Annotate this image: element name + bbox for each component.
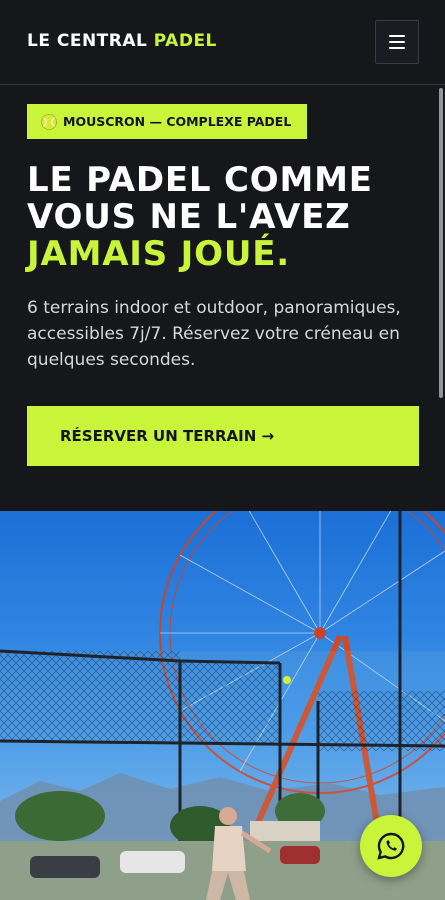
brand-logo[interactable]: LE CENTRAL PADEL <box>27 31 217 51</box>
hero-subtitle: 6 terrains indoor et outdoor, panoramiqu… <box>27 298 401 370</box>
whatsapp-icon <box>377 832 405 860</box>
badge-text: MOUSCRON — COMPLEXE PADEL <box>63 114 292 129</box>
hamburger-menu-icon <box>389 47 405 49</box>
book-court-button[interactable]: RÉSERVER UN TERRAIN → <box>27 406 419 466</box>
brand-name: LE CENTRAL <box>27 31 148 51</box>
hamburger-menu-icon <box>389 35 405 37</box>
headline-line-2: VOUS NE L'AVEZ <box>27 197 351 237</box>
hero-headline: LE PADEL COMME VOUS NE L'AVEZ JAMAIS JOU… <box>27 162 427 273</box>
page-scrollbar[interactable] <box>439 88 443 398</box>
brand-accent: PADEL <box>153 31 217 51</box>
site-header: LE CENTRAL PADEL <box>0 0 445 85</box>
menu-button[interactable] <box>375 20 419 64</box>
padel-ball-icon <box>41 113 57 130</box>
hamburger-menu-icon <box>389 41 405 43</box>
location-badge: MOUSCRON — COMPLEXE PADEL <box>27 104 308 139</box>
headline-accent: JAMAIS JOUÉ. <box>27 234 290 274</box>
headline-line-1: LE PADEL COMME <box>27 160 373 200</box>
whatsapp-button[interactable] <box>360 815 422 877</box>
